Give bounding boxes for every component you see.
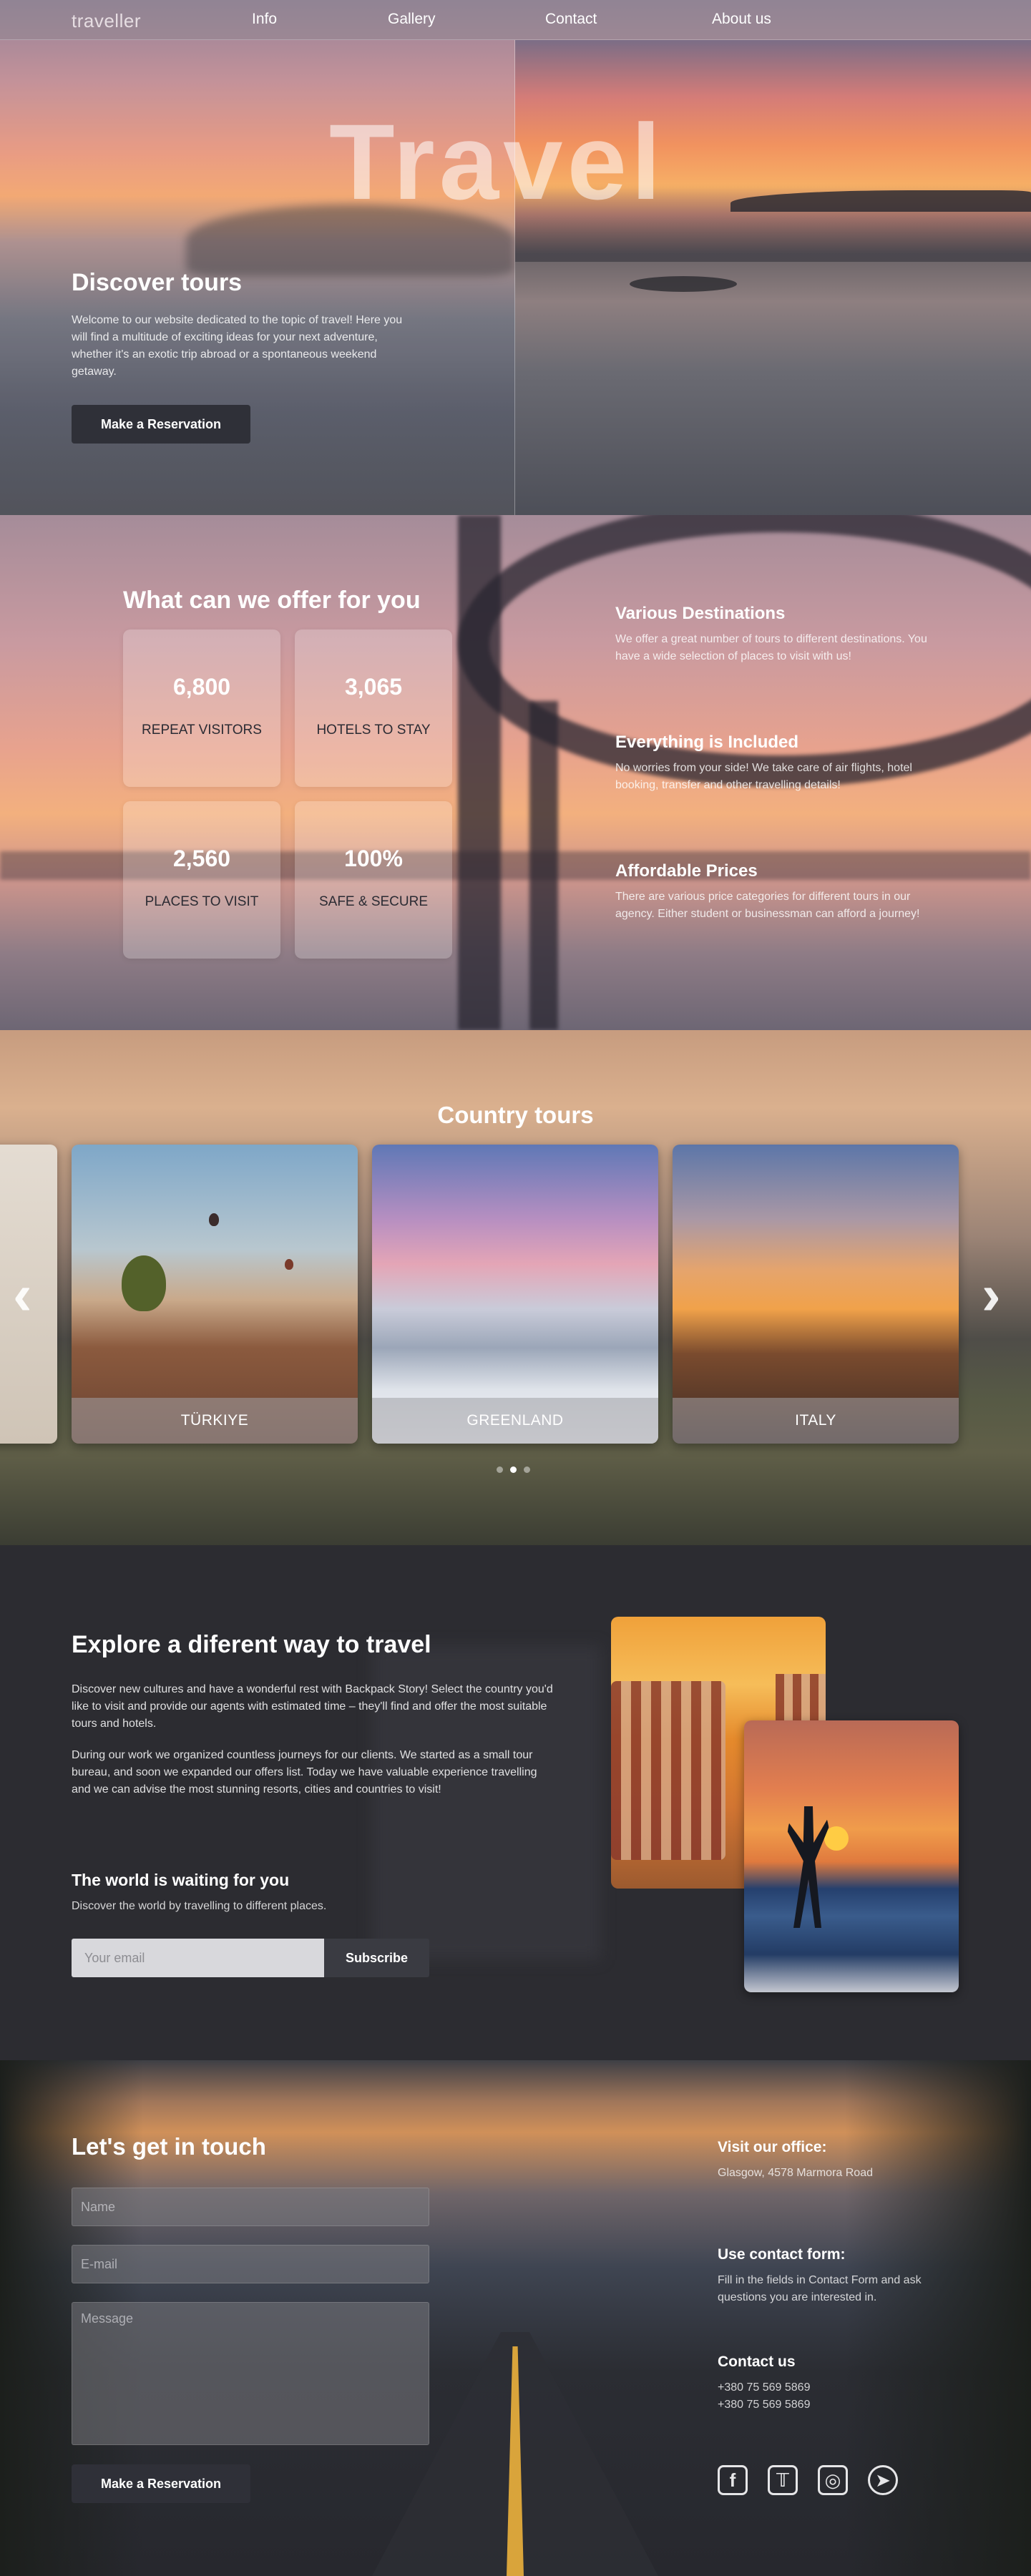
- rocks: [630, 276, 737, 292]
- stat-label: REPEAT VISITORS: [142, 723, 262, 738]
- hero-text: Welcome to our website dedicated to the …: [72, 314, 403, 378]
- tour-card-label: GREENLAND: [372, 1398, 658, 1444]
- explore-section: Explore a diferent way to travel Discove…: [0, 1545, 1031, 2060]
- feature-text: No worries from your side! We take care …: [615, 762, 912, 791]
- carousel-dots: [497, 1466, 530, 1473]
- newsletter-heading: The world is waiting for you: [72, 1871, 290, 1889]
- tour-card-label: TÜRKIYE: [72, 1398, 358, 1444]
- offer-heading: What can we offer for you: [123, 587, 421, 614]
- tours-heading: Country tours: [437, 1102, 594, 1128]
- feature-title: Various Destinations: [615, 604, 786, 623]
- stat-card: 2,560 PLACES TO VISIT: [123, 801, 280, 959]
- stat-value: 3,065: [344, 674, 403, 700]
- stat-label: SAFE & SECURE: [318, 894, 429, 909]
- tour-card-label: ITALY: [673, 1398, 959, 1444]
- carousel-dot[interactable]: [497, 1466, 503, 1473]
- stat-card: 100% SAFE & SECURE: [295, 801, 452, 959]
- stat-value: 6,800: [172, 674, 231, 700]
- telegram-icon[interactable]: ➤: [868, 2465, 898, 2495]
- trees-right: [845, 2060, 1031, 2576]
- twitter-icon[interactable]: 𝕋: [768, 2465, 798, 2495]
- contact-title: Contact us: [718, 2354, 796, 2370]
- carousel-dot-active[interactable]: [510, 1466, 517, 1473]
- balloon-image: [285, 1259, 293, 1270]
- bridge-pillar: [458, 515, 501, 1030]
- explore-paragraph: During our work we organized countless j…: [72, 1749, 537, 1796]
- instagram-icon[interactable]: ◎: [818, 2465, 848, 2495]
- sun: [824, 1826, 849, 1851]
- phone-number[interactable]: +380 75 569 5869: [718, 2396, 932, 2414]
- balloon-image: [209, 1213, 219, 1226]
- feature-included: Everything is Included No worries from y…: [615, 733, 930, 794]
- subscribe-button[interactable]: Subscribe: [324, 1939, 429, 1977]
- hero-heading: Discover tours: [72, 269, 243, 296]
- newsletter-email-input[interactable]: [72, 1939, 324, 1977]
- office-address: Glasgow, 4578 Marmora Road: [718, 2167, 873, 2179]
- person-silhouette: [787, 1806, 830, 1928]
- contact-heading: Let's get in touch: [72, 2133, 266, 2160]
- contact-info: Contact us +380 75 569 5869 +380 75 569 …: [718, 2354, 932, 2414]
- feature-text: There are various price categories for d…: [615, 891, 920, 920]
- stat-label: HOTELS TO STAY: [316, 723, 431, 738]
- feature-text: We offer a great number of tours to diff…: [615, 633, 927, 662]
- stat-card: 3,065 HOTELS TO STAY: [295, 630, 452, 787]
- feature-title: Everything is Included: [615, 733, 799, 752]
- facebook-icon[interactable]: f: [718, 2465, 748, 2495]
- newsletter-subtext: Discover the world by travelling to diff…: [72, 1900, 327, 1912]
- stat-card: 6,800 REPEAT VISITORS: [123, 630, 280, 787]
- hero-big-title: Travel: [329, 102, 665, 222]
- nav-link-info[interactable]: Info: [252, 11, 388, 28]
- form-text: Fill in the fields in Contact Form and a…: [718, 2274, 922, 2303]
- country-tours-section: Country tours TÜRKIYE GREENLAND ITALY ‹ …: [0, 1030, 1031, 1545]
- carousel-dot[interactable]: [524, 1466, 530, 1473]
- explore-paragraph: Discover new cultures and have a wonderf…: [72, 1683, 553, 1730]
- nav-links: Info Gallery Contact About us: [252, 11, 819, 28]
- make-reservation-button[interactable]: Make a Reservation: [72, 2464, 250, 2503]
- tour-card-greenland[interactable]: GREENLAND: [372, 1145, 658, 1444]
- chair-stripes: [611, 1681, 725, 1860]
- name-field[interactable]: [72, 2188, 429, 2226]
- explore-heading: Explore a diferent way to travel: [72, 1631, 431, 1658]
- email-field[interactable]: [72, 2245, 429, 2283]
- social-links: f 𝕋 ◎ ➤: [718, 2465, 898, 2495]
- hero-section: Travel Discover tours Welcome to our web…: [0, 0, 1031, 515]
- phone-number[interactable]: +380 75 569 5869: [718, 2379, 932, 2396]
- feature-title: Affordable Prices: [615, 861, 758, 881]
- site-logo[interactable]: traveller: [72, 10, 141, 32]
- offer-section: What can we offer for you 6,800 REPEAT V…: [0, 515, 1031, 1030]
- tour-card-turkiye[interactable]: TÜRKIYE: [72, 1145, 358, 1444]
- nav-link-contact[interactable]: Contact: [545, 11, 712, 28]
- form-title: Use contact form:: [718, 2246, 846, 2263]
- office-info: Visit our office: Glasgow, 4578 Marmora …: [718, 2139, 932, 2182]
- chevron-right-icon[interactable]: ›: [982, 1266, 1001, 1323]
- nav-link-gallery[interactable]: Gallery: [388, 11, 545, 28]
- stat-value: 100%: [344, 846, 403, 871]
- stat-value: 2,560: [172, 846, 231, 871]
- chevron-left-icon[interactable]: ‹: [13, 1266, 32, 1323]
- message-field[interactable]: [72, 2302, 429, 2445]
- stat-label: PLACES TO VISIT: [145, 894, 259, 909]
- contact-section: Let's get in touch Make a Reservation Vi…: [0, 2060, 1031, 2576]
- form-info: Use contact form: Fill in the fields in …: [718, 2246, 932, 2306]
- feature-prices: Affordable Prices There are various pric…: [615, 861, 930, 923]
- office-title: Visit our office:: [718, 2139, 827, 2155]
- feature-destinations: Various Destinations We offer a great nu…: [615, 604, 930, 665]
- beach-sunset-photo: [744, 1720, 959, 1992]
- tour-card-italy[interactable]: ITALY: [673, 1145, 959, 1444]
- make-reservation-button[interactable]: Make a Reservation: [72, 405, 250, 444]
- nav-link-about[interactable]: About us: [712, 11, 819, 28]
- top-navbar: traveller Info Gallery Contact About us: [0, 0, 1031, 40]
- balloon-image: [122, 1255, 166, 1311]
